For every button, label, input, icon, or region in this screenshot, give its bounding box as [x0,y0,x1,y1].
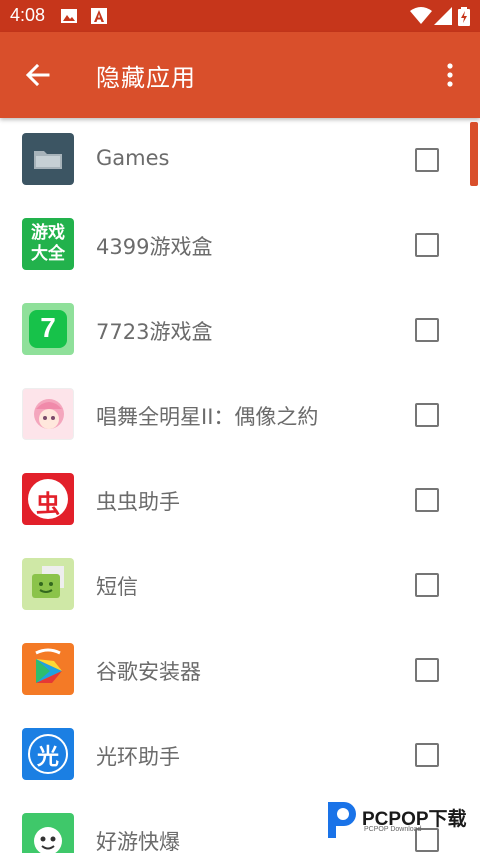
battery-icon [458,7,470,26]
hide-checkbox[interactable] [415,403,439,427]
app-name: 好游快爆 [96,830,180,853]
anime-girl-icon [22,388,74,440]
app-name: 7723游戏盒 [96,320,213,344]
status-time: 4:08 [10,5,46,25]
list-item[interactable]: 谷歌安装器 [0,628,468,713]
arrow-back-icon[interactable] [22,59,54,91]
hide-checkbox[interactable] [415,488,439,512]
scrollbar-thumb[interactable] [470,122,478,186]
keyboard-a-icon [91,8,107,24]
wifi-icon [410,7,432,24]
app-name: 唱舞全明星II：偶像之約 [96,405,319,429]
watermark-subtext: PCPOP Download [364,826,422,833]
app-toolbar: 隐藏应用 [0,32,480,118]
app-name: 短信 [96,575,138,599]
status-bar: 4:08 [0,0,480,32]
hide-checkbox[interactable] [415,233,439,257]
7723-icon: 7 [22,303,74,355]
list-item[interactable]: Games [0,118,468,203]
app-name: 光环助手 [96,745,180,769]
list-item[interactable]: 唱舞全明星II：偶像之約 [0,373,468,458]
haoyou-icon [22,813,74,853]
hide-checkbox[interactable] [415,743,439,767]
hide-checkbox[interactable] [415,658,439,682]
guanghuan-icon: 光 [22,728,74,780]
pcpop-logo-icon [328,802,356,838]
hidden-apps-list: Games 游戏大全 4399游戏盒 7 7723游戏盒 唱舞全明星II：偶像之… [0,118,480,853]
sms-icon [22,558,74,610]
folder-icon [22,133,74,185]
hide-checkbox[interactable] [415,573,439,597]
list-item[interactable]: 7 7723游戏盒 [0,288,468,373]
list-item[interactable]: 短信 [0,543,468,628]
google-installer-icon [22,643,74,695]
chongchong-icon: 虫 [22,473,74,525]
list-item[interactable]: 光 光环助手 [0,713,468,798]
hide-checkbox[interactable] [415,318,439,342]
watermark: PCPOP下载 PCPOP Download [324,800,474,840]
app-name: 4399游戏盒 [96,235,213,259]
page-title: 隐藏应用 [96,64,196,92]
app-name: 虫虫助手 [96,490,180,514]
more-vert-icon[interactable] [438,59,462,91]
app-name: Games [96,146,170,170]
image-icon [61,9,77,23]
list-item[interactable]: 游戏大全 4399游戏盒 [0,203,468,288]
hide-checkbox[interactable] [415,148,439,172]
4399-icon: 游戏大全 [22,218,74,270]
signal-icon [434,7,452,25]
app-name: 谷歌安装器 [96,660,201,684]
list-item[interactable]: 虫 虫虫助手 [0,458,468,543]
